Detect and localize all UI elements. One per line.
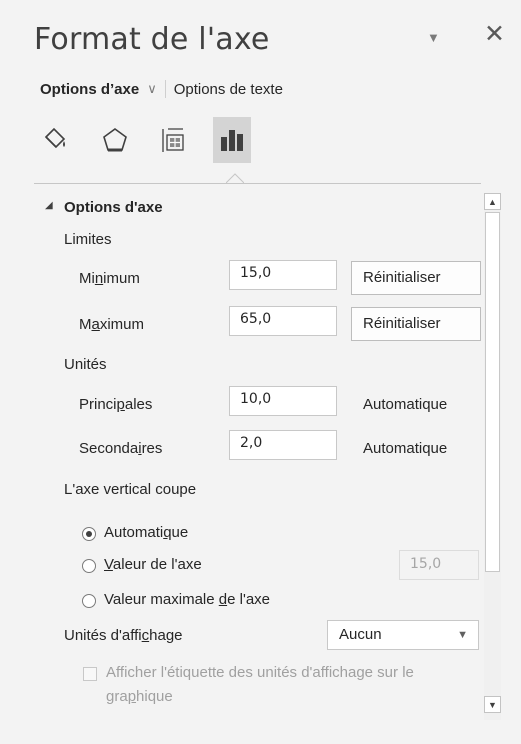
size-properties-icon[interactable] bbox=[154, 117, 192, 163]
minor-unit-status: Automatique bbox=[363, 440, 448, 457]
reset-minimum-button[interactable]: Réinitialiser bbox=[351, 261, 481, 295]
effects-pentagon-icon[interactable] bbox=[96, 117, 134, 163]
units-label: Unités bbox=[64, 356, 107, 373]
fill-line-icon[interactable] bbox=[36, 117, 74, 163]
show-display-units-checkbox[interactable] bbox=[83, 667, 97, 681]
scroll-up-icon[interactable]: ▲ bbox=[484, 193, 501, 210]
tab-separator bbox=[164, 80, 166, 98]
maximum-input[interactable]: 65,0 bbox=[229, 306, 337, 336]
chevron-down-icon[interactable]: ∨ bbox=[147, 81, 157, 97]
scrollbar-thumb[interactable] bbox=[485, 212, 500, 572]
major-unit-label: Principales bbox=[79, 396, 153, 413]
display-units-label: Unités d'affichage bbox=[64, 627, 183, 644]
tab-text-options[interactable]: Options de texte bbox=[174, 81, 283, 98]
scroll-down-icon[interactable]: ▼ bbox=[484, 696, 501, 713]
format-axis-pane: Format de l'axe ▼ ✕ Options d’axe ∨ Opti… bbox=[0, 0, 521, 744]
minimum-input[interactable]: 15,0 bbox=[229, 260, 337, 290]
show-display-units-label-line2: graphique bbox=[106, 688, 173, 705]
show-display-units-label-line1: Afficher l'étiquette des unités d'affich… bbox=[106, 664, 414, 681]
major-unit-status: Automatique bbox=[363, 396, 448, 413]
major-unit-input[interactable]: 10,0 bbox=[229, 386, 337, 416]
section-title-axis-options[interactable]: Options d'axe bbox=[64, 199, 163, 216]
radio-max-axis-value[interactable] bbox=[82, 594, 96, 608]
axis-value-input[interactable]: 15,0 bbox=[399, 550, 479, 580]
scrollbar[interactable]: ▲ ▼ bbox=[484, 193, 501, 720]
radio-max-axis-value-label[interactable]: Valeur maximale de l'axe bbox=[104, 591, 270, 608]
minor-unit-label: Secondaires bbox=[79, 440, 163, 457]
minimum-label: Minimum bbox=[79, 270, 140, 287]
maximum-label: Maximum bbox=[79, 316, 145, 333]
limits-label: Limites bbox=[64, 231, 112, 248]
radio-axis-value-label[interactable]: Valeur de l'axe bbox=[104, 556, 202, 573]
selected-tab-indicator bbox=[226, 173, 244, 183]
reset-maximum-button[interactable]: Réinitialiser bbox=[351, 307, 481, 341]
radio-automatic[interactable] bbox=[82, 527, 96, 541]
display-units-value: Aucun bbox=[339, 626, 382, 643]
close-icon[interactable]: ✕ bbox=[484, 22, 505, 47]
radio-automatic-label[interactable]: Automatique bbox=[104, 524, 188, 541]
display-units-select[interactable]: Aucun ▼ bbox=[327, 620, 479, 650]
tab-axis-options[interactable]: Options d’axe bbox=[40, 81, 139, 98]
minor-unit-input[interactable]: 2,0 bbox=[229, 430, 337, 460]
options-tabs: Options d’axe ∨ Options de texte bbox=[40, 80, 283, 98]
pane-title: Format de l'axe bbox=[34, 22, 270, 57]
chevron-down-icon[interactable]: ▼ bbox=[427, 30, 440, 45]
collapse-triangle-icon[interactable]: ◢ bbox=[45, 200, 53, 211]
vertical-axis-crosses-label: L'axe vertical coupe bbox=[64, 481, 197, 498]
axis-options-bar-chart-icon[interactable] bbox=[213, 117, 251, 163]
section-divider bbox=[34, 183, 481, 184]
chevron-down-icon: ▼ bbox=[457, 629, 468, 641]
radio-axis-value[interactable] bbox=[82, 559, 96, 573]
